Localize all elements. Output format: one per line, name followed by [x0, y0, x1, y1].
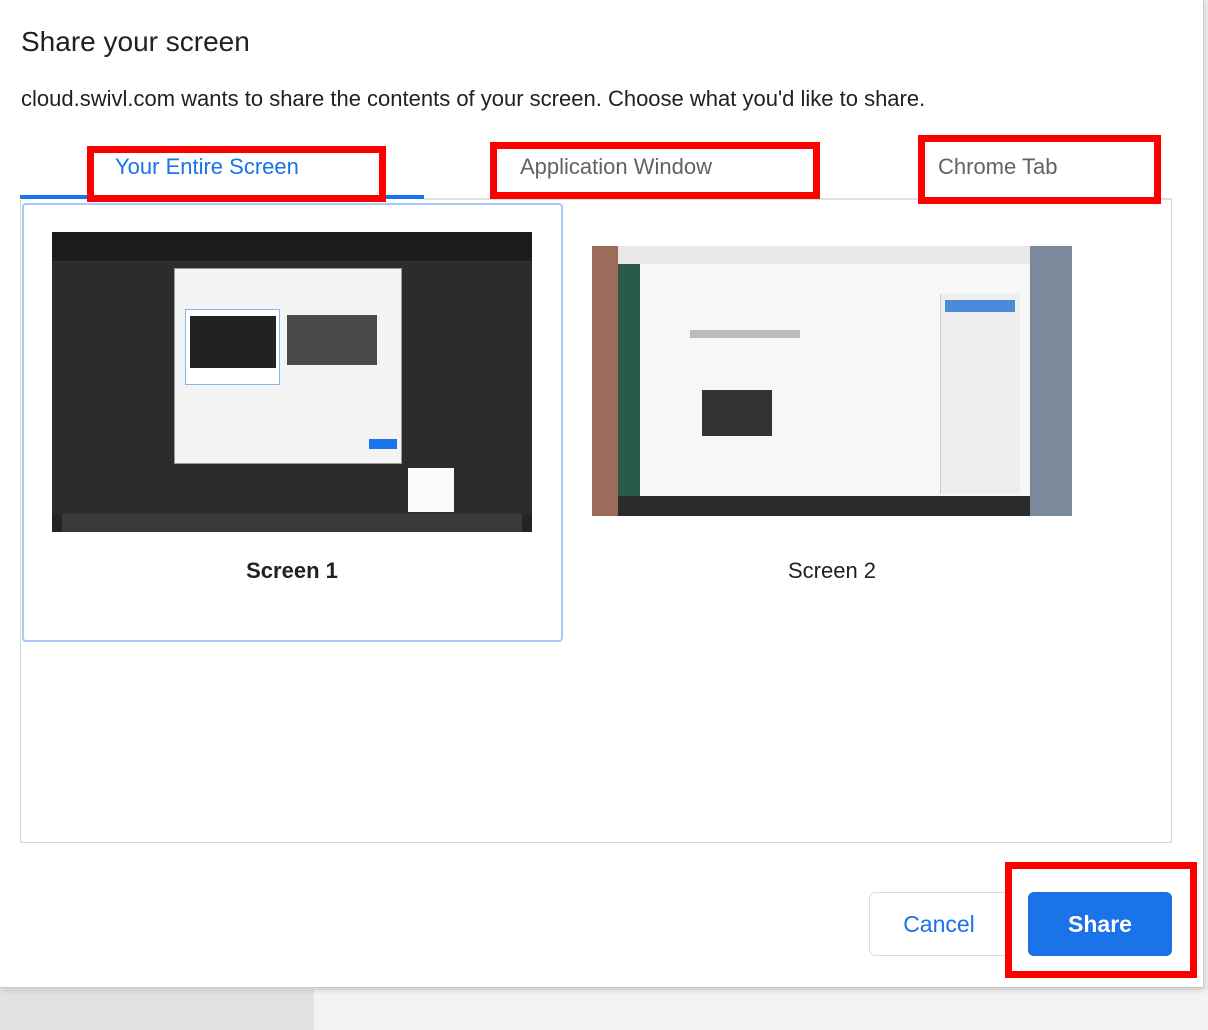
source-label-screen-1: Screen 1: [246, 558, 338, 583]
thumb-page-heading: [690, 330, 800, 338]
dialog-description: cloud.swivl.com wants to share the conte…: [21, 86, 926, 111]
screen-1-thumbnail[interactable]: [52, 232, 532, 532]
thumb-app-page: [640, 264, 1030, 496]
active-tab-indicator: [20, 195, 424, 199]
thumb-dock: [62, 514, 522, 532]
tab-label: Chrome Tab: [938, 154, 1058, 179]
background-left: [0, 990, 314, 1030]
tab-application-window[interactable]: Application Window: [490, 140, 820, 200]
cancel-button[interactable]: Cancel: [869, 892, 1009, 956]
thumb-right-panel: [940, 294, 1020, 494]
thumb-mini-source-2: [287, 315, 377, 365]
source-label-screen-2: Screen 2: [787, 558, 877, 583]
tab-label: Your Entire Screen: [115, 154, 299, 179]
thumb-app-sidebar: [618, 264, 640, 496]
thumb-menubar: [52, 232, 532, 262]
thumb-mini-dialog: [174, 268, 402, 464]
thumb-panel-button: [945, 300, 1015, 312]
background-strip: [0, 990, 1208, 1030]
source-tabs: Your Entire Screen Application Window Ch…: [20, 140, 1172, 200]
thumb-taskbar: [618, 496, 1030, 516]
thumb-mini-source-1: [185, 309, 280, 385]
share-button[interactable]: Share: [1028, 892, 1172, 956]
thumb-desktop-right: [1030, 246, 1072, 516]
tab-chrome-tab[interactable]: Chrome Tab: [918, 140, 1160, 200]
tab-your-entire-screen[interactable]: Your Entire Screen: [20, 140, 424, 200]
share-screen-dialog: Share your screen cloud.swivl.com wants …: [0, 0, 1204, 988]
thumb-desktop-left: [592, 246, 618, 516]
tab-label: Application Window: [520, 154, 712, 179]
thumb-mini-share-button: [369, 439, 397, 449]
background-right: [314, 990, 1208, 1030]
thumb-page-preview: [702, 390, 772, 436]
thumb-mini-preview: [190, 316, 276, 368]
screen-2-thumbnail[interactable]: [592, 246, 1072, 516]
thumb-window: [408, 468, 454, 512]
dialog-title: Share your screen: [21, 26, 250, 57]
